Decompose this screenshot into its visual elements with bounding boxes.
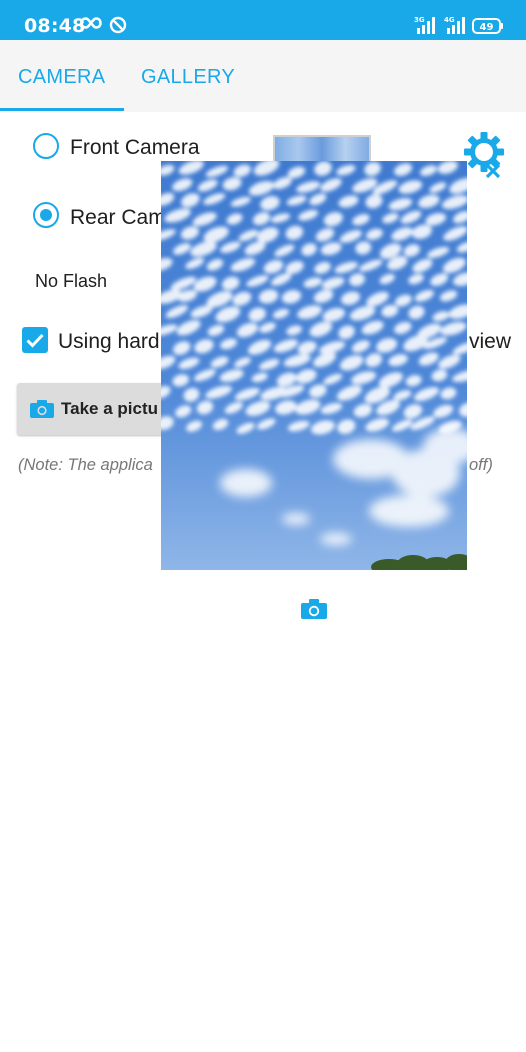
infinity-icon <box>80 17 102 29</box>
take-picture-label: Take a pictu <box>61 399 158 418</box>
hardware-checkbox-label: Using hard <box>58 330 160 353</box>
do-not-disturb-icon <box>109 16 127 34</box>
front-camera-label: Front Camera <box>70 136 200 159</box>
rear-camera-label: Rear Cam <box>70 206 166 229</box>
battery-level: 49 <box>480 22 494 33</box>
signal-3g-label: 3G <box>414 16 425 24</box>
signal-3g-icon: 3G <box>414 16 435 34</box>
tab-camera[interactable]: CAMERA <box>18 66 105 89</box>
check-icon <box>26 333 44 348</box>
tab-bar: CAMERA GALLERY <box>0 40 526 112</box>
settings-gear-icon[interactable] <box>463 131 507 179</box>
hardware-checkbox-label-tail: view <box>469 330 512 353</box>
tab-gallery[interactable]: GALLERY <box>141 66 235 89</box>
status-time: 08:48 <box>24 15 86 37</box>
rear-camera-radio[interactable] <box>33 202 59 228</box>
camera-icon <box>30 400 54 418</box>
status-bar: 08:48 3G 4G 49 <box>0 0 526 40</box>
radio-selected-dot <box>40 209 52 221</box>
flash-mode-label[interactable]: No Flash <box>35 271 107 292</box>
tab-selected-indicator <box>0 108 124 111</box>
camera-preview <box>161 161 467 570</box>
note-text-tail: off) <box>469 456 493 474</box>
signal-4g-label: 4G <box>444 16 455 24</box>
camera-capture-icon[interactable] <box>300 598 328 620</box>
front-camera-radio[interactable] <box>33 133 59 159</box>
signal-4g-icon: 4G <box>444 16 465 34</box>
hardware-checkbox[interactable] <box>22 327 48 353</box>
battery-icon: 49 <box>472 18 503 34</box>
sky-preview-image <box>161 161 467 570</box>
